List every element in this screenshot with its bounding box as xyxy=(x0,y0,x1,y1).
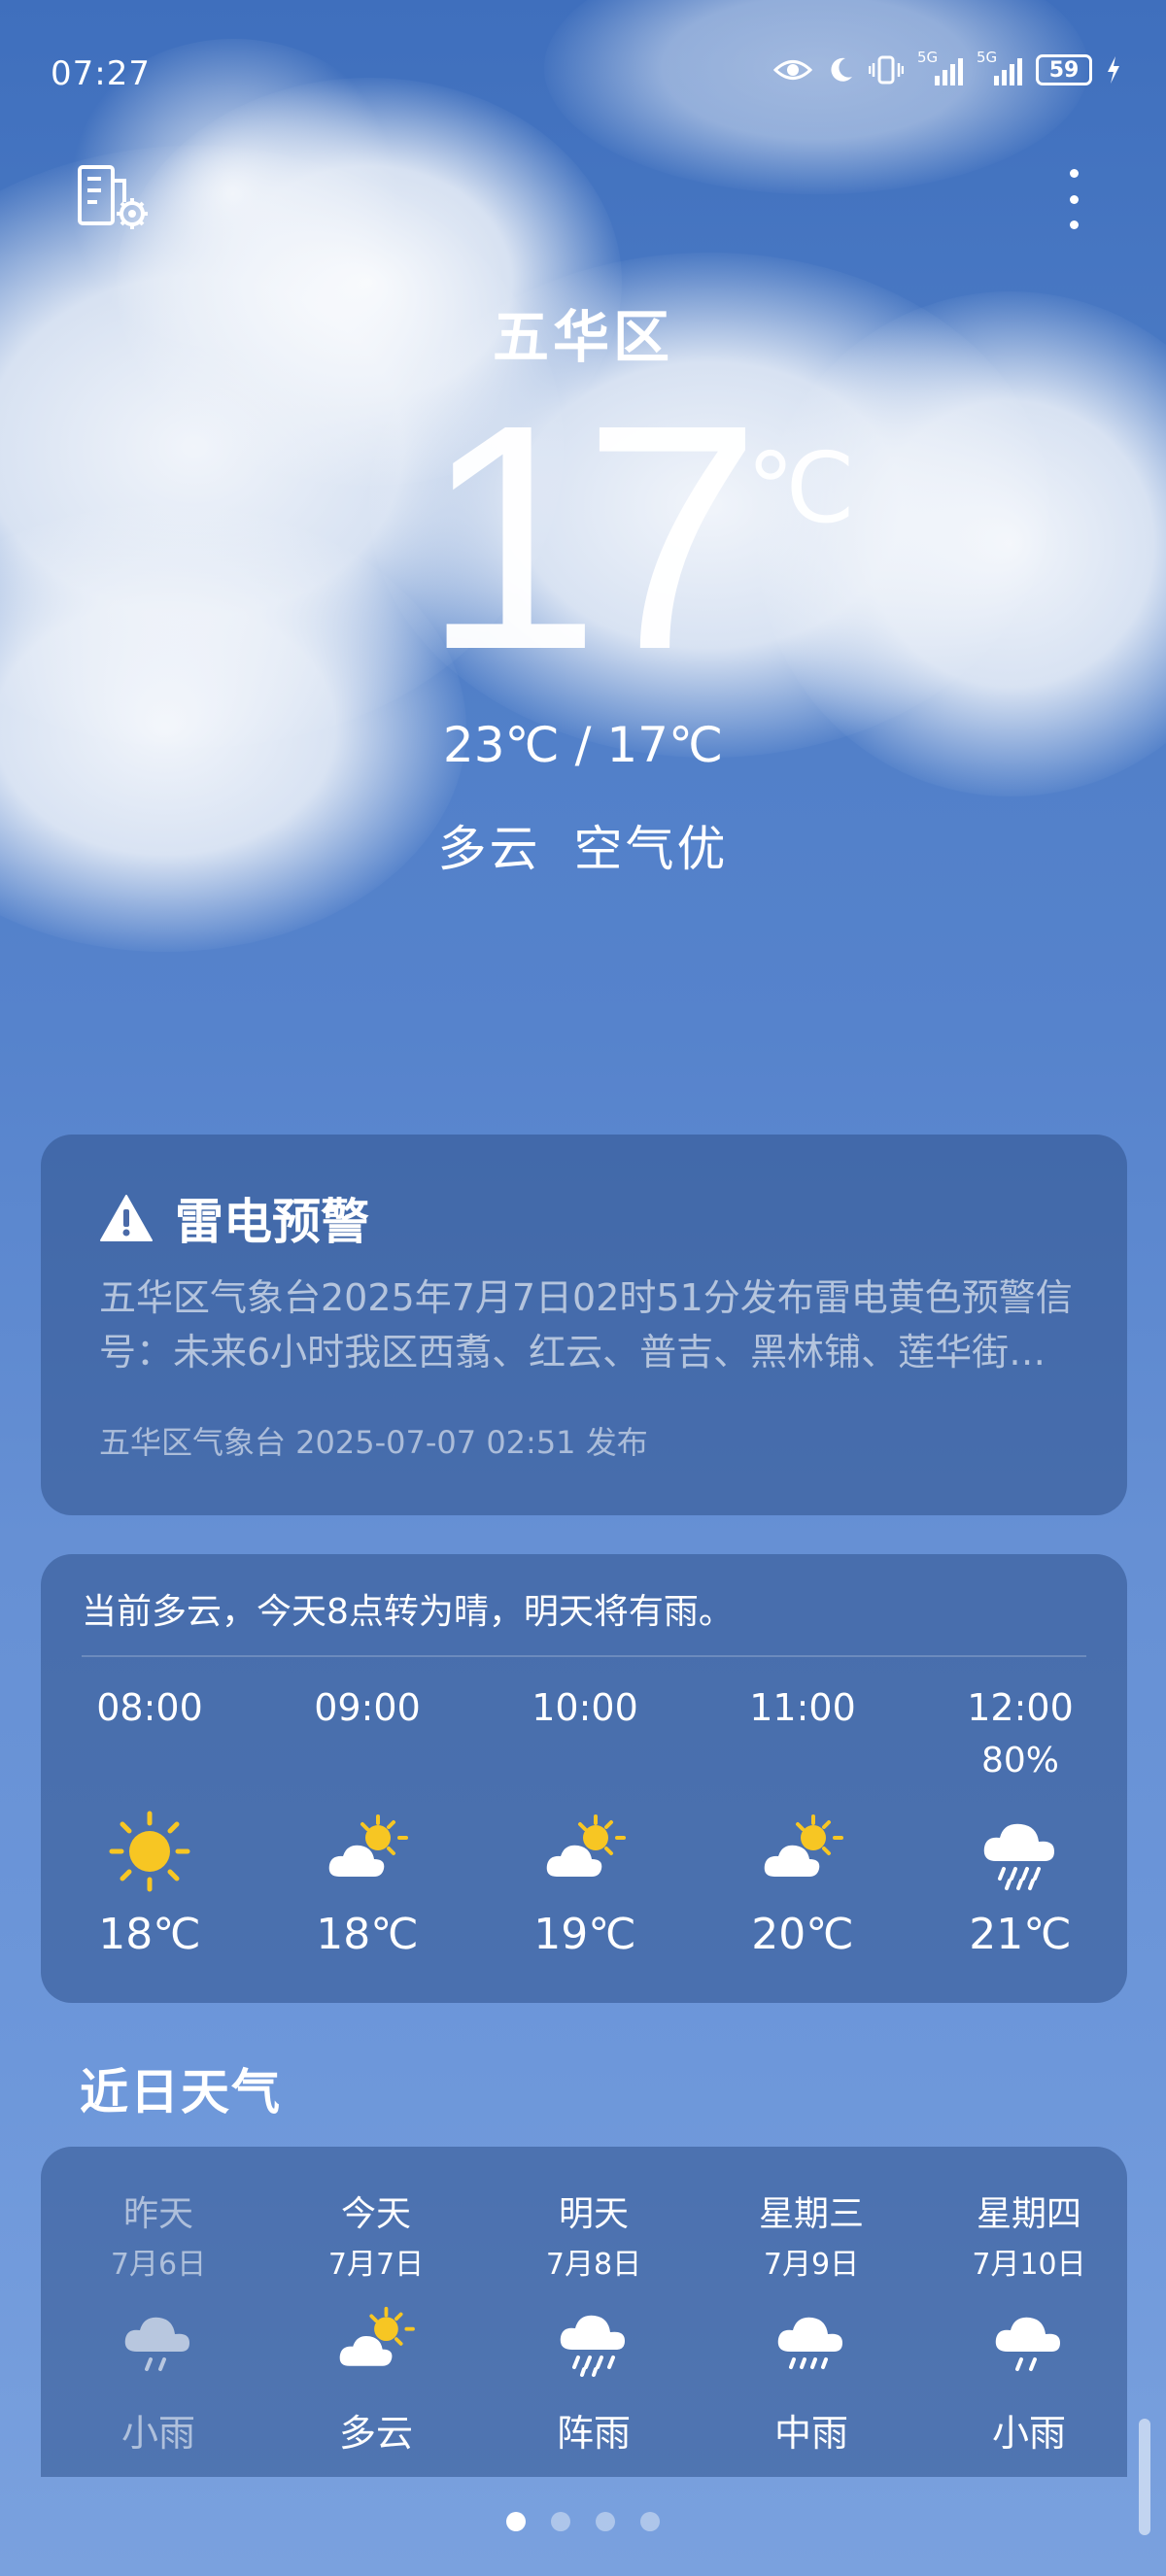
hour-precip xyxy=(270,1735,464,1793)
hour-precip xyxy=(52,1735,247,1793)
hour-precip xyxy=(488,1735,682,1793)
signal-icon-1: 5G xyxy=(917,49,963,85)
hour-item[interactable]: 11:00 20℃ xyxy=(705,1686,900,1959)
divider xyxy=(82,1655,1086,1657)
daily-forecast-card[interactable]: 昨天 7月6日 小雨 今天 7月7日 多云 明天 7月8日 阵雨 星期三 7月9… xyxy=(41,2147,1127,2477)
day-date: 7月6日 xyxy=(110,2248,207,2282)
light-rain-icon xyxy=(124,2317,189,2371)
day-weather: 中雨 xyxy=(773,2412,848,2455)
day-weather: 阵雨 xyxy=(556,2412,631,2455)
hour-item[interactable]: 09:00 18℃ xyxy=(270,1686,464,1959)
hour-time: 08:00 xyxy=(96,1686,203,1729)
hour-temp: 18℃ xyxy=(316,1910,419,1959)
status-bar: 07:27 5G 5G 59 xyxy=(0,49,1166,107)
alert-title: 雷电预警 xyxy=(175,1194,369,1250)
day-name: 今天 xyxy=(340,2194,411,2234)
dot xyxy=(1069,169,1079,178)
light-rain-icon xyxy=(995,2317,1060,2371)
more-menu-button[interactable] xyxy=(1059,165,1088,233)
page-dot[interactable] xyxy=(640,2512,660,2531)
moderate-rain-icon xyxy=(777,2317,842,2369)
page-dot-active[interactable] xyxy=(506,2512,526,2531)
city-settings-icon xyxy=(78,165,148,229)
hour-item[interactable]: 10:00 19℃ xyxy=(488,1686,682,1959)
day-item[interactable]: 昨天 7月6日 小雨 xyxy=(56,2186,260,2457)
condition-text: 多云 xyxy=(437,821,541,877)
condition-line: 多云 空气优 xyxy=(0,810,1166,880)
hour-temp: 21℃ xyxy=(969,1910,1072,1959)
day-date: 7月9日 xyxy=(763,2248,860,2282)
day-name: 星期四 xyxy=(976,2194,1081,2234)
day-weather: 多云 xyxy=(338,2412,413,2455)
signal-icon-2: 5G xyxy=(977,49,1022,85)
status-time: 07:27 xyxy=(51,54,151,93)
hour-time: 12:00 xyxy=(967,1686,1074,1729)
alert-header: 雷电预警 xyxy=(99,1183,369,1253)
hour-temp: 20℃ xyxy=(751,1910,854,1959)
day-weather: 小雨 xyxy=(120,2412,195,2455)
scrollbar[interactable] xyxy=(1139,2419,1150,2535)
eye-icon xyxy=(773,60,812,80)
day-date: 7月8日 xyxy=(545,2248,642,2282)
day-item[interactable]: 星期四 7月10日 小雨 xyxy=(927,2186,1131,2457)
warning-icon xyxy=(100,1195,153,1241)
hourly-forecast-card[interactable]: 当前多云，今天8点转为晴，明天将有雨。 08:00 18℃ 09:00 18℃ … xyxy=(41,1554,1127,2003)
status-icons: 5G 5G 59 xyxy=(773,49,1121,85)
day-name: 昨天 xyxy=(122,2194,193,2234)
dot xyxy=(1069,194,1079,204)
weather-alert-card[interactable]: 雷电预警 五华区气象台2025年7月7日02时51分发布雷电黄色预警信号：未来6… xyxy=(41,1135,1127,1515)
day-date: 7月7日 xyxy=(327,2248,425,2282)
day-name: 星期三 xyxy=(758,2194,864,2234)
day-item[interactable]: 今天 7月7日 多云 xyxy=(274,2186,478,2457)
rain-icon xyxy=(983,1823,1054,1890)
temperature-range: 23℃ / 17℃ xyxy=(442,717,724,773)
partly-cloudy-icon xyxy=(764,1814,843,1877)
hour-precip: 80% xyxy=(980,1741,1059,1780)
hour-temp: 18℃ xyxy=(98,1910,201,1959)
vibrate-icon xyxy=(869,55,904,85)
page-dot[interactable] xyxy=(596,2512,615,2531)
sun-icon xyxy=(109,1811,190,1892)
day-date: 7月10日 xyxy=(972,2248,1086,2282)
battery-indicator: 59 xyxy=(1036,54,1092,85)
alert-source: 五华区气象台 2025-07-07 02:51 发布 xyxy=(99,1424,648,1461)
day-item[interactable]: 星期三 7月9日 中雨 xyxy=(709,2186,913,2457)
charging-icon xyxy=(1108,56,1119,84)
dot xyxy=(1069,220,1079,229)
hour-time: 11:00 xyxy=(749,1686,856,1729)
page-indicator xyxy=(0,2512,1166,2531)
hour-time: 10:00 xyxy=(532,1686,638,1729)
temperature-value: 17 xyxy=(422,357,761,716)
air-quality-text[interactable]: 空气优 xyxy=(574,821,729,877)
temperature-unit: ℃ xyxy=(746,431,856,545)
daily-section-title: 近日天气 xyxy=(80,2064,282,2120)
hour-precip xyxy=(705,1735,900,1793)
partly-cloudy-icon xyxy=(328,1814,408,1877)
day-name: 明天 xyxy=(558,2194,629,2234)
current-temperature: 17 ℃ xyxy=(0,377,1166,697)
partly-cloudy-icon xyxy=(546,1814,626,1877)
partly-cloudy-icon xyxy=(339,2306,415,2366)
day-weather: 小雨 xyxy=(991,2412,1066,2455)
forecast-summary: 当前多云，今天8点转为晴，明天将有雨。 xyxy=(82,1592,734,1632)
hour-time: 09:00 xyxy=(314,1686,421,1729)
alert-body: 五华区气象台2025年7月7日02时51分发布雷电黄色预警信号：未来6小时我区西… xyxy=(99,1276,1073,1373)
moon-icon xyxy=(831,57,852,82)
hour-item[interactable]: 12:00 80% 21℃ xyxy=(923,1686,1117,1959)
day-item[interactable]: 明天 7月8日 阵雨 xyxy=(492,2186,696,2457)
shower-icon xyxy=(560,2315,625,2377)
hour-temp: 19℃ xyxy=(533,1910,636,1959)
page-dot[interactable] xyxy=(551,2512,570,2531)
hour-item[interactable]: 08:00 18℃ xyxy=(52,1686,247,1959)
city-manage-button[interactable] xyxy=(76,163,154,231)
